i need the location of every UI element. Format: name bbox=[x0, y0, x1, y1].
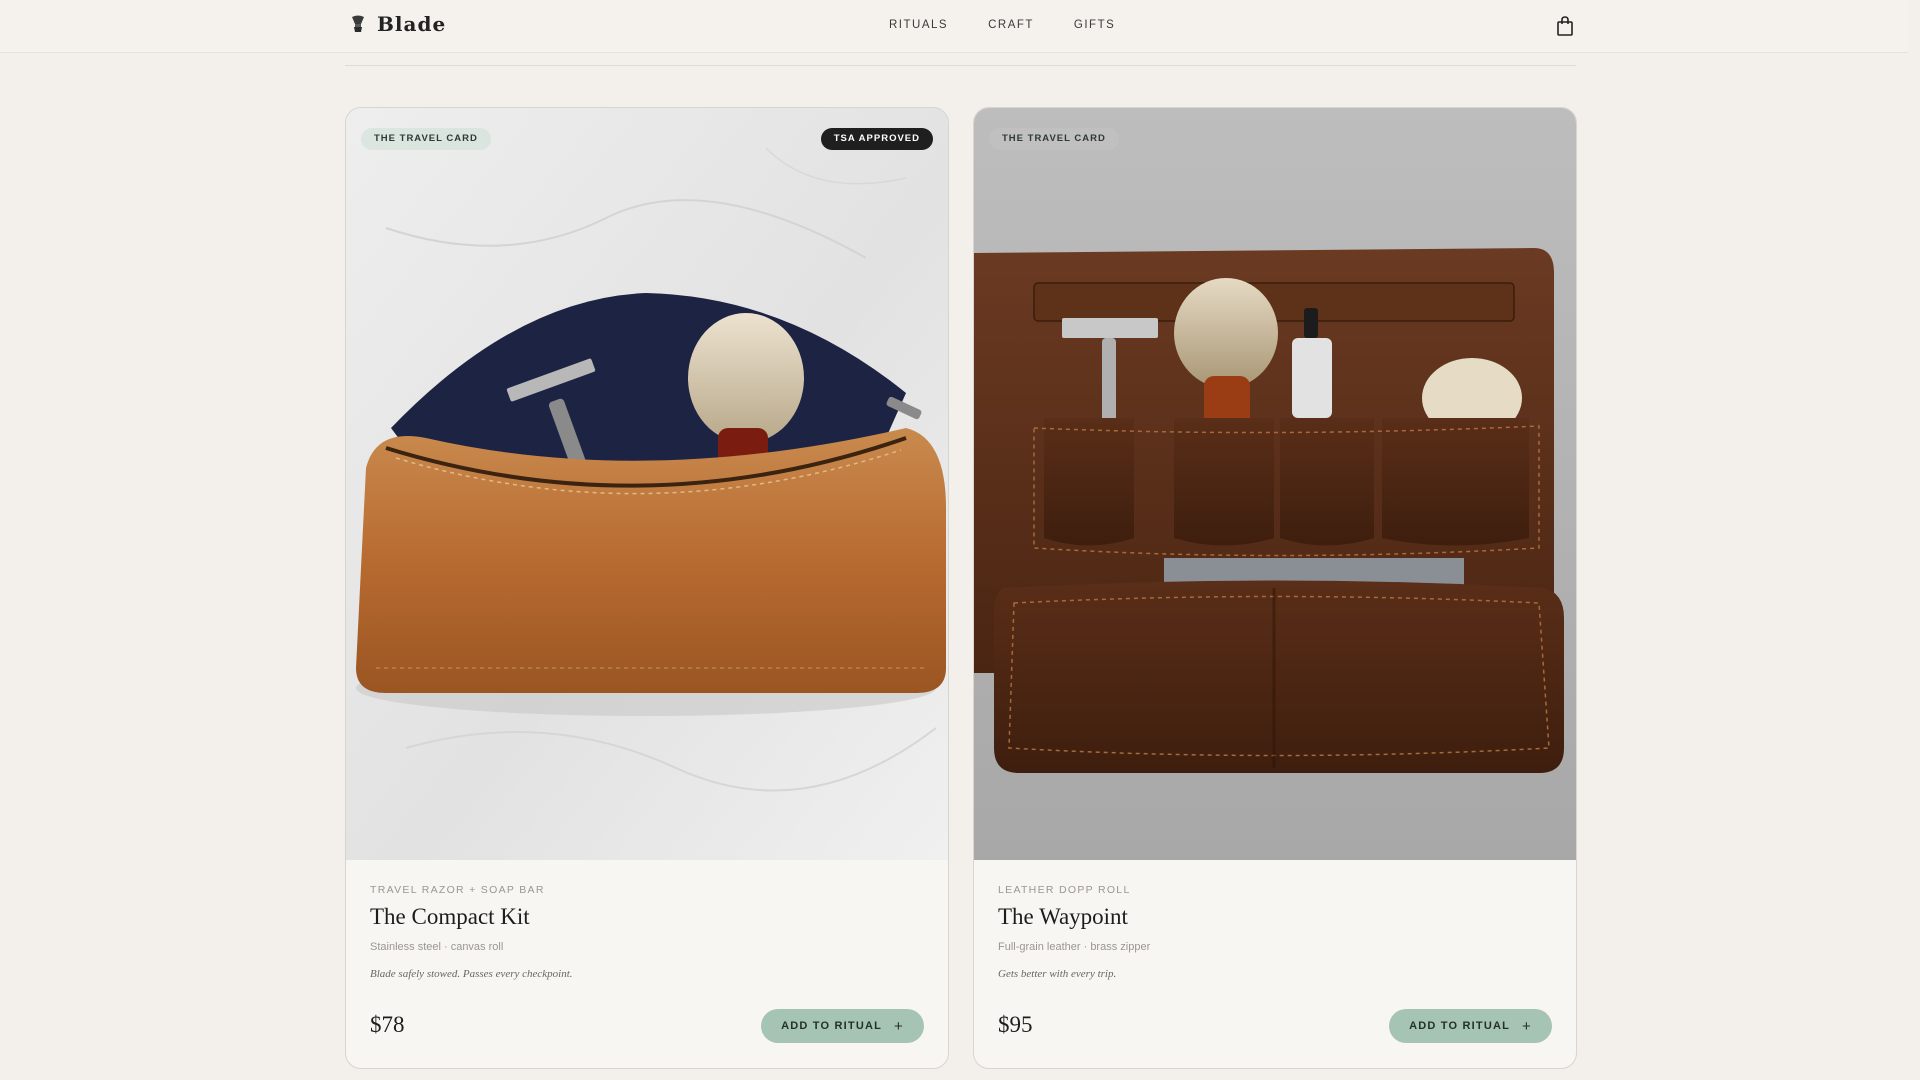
product-card-compact-kit[interactable]: THE TRAVEL CARD TSA APPROVED TRAVEL RAZO… bbox=[345, 107, 949, 1069]
product-tagline: Gets better with every trip. bbox=[998, 968, 1117, 980]
product-tag: THE TRAVEL CARD bbox=[361, 128, 491, 150]
plus-icon: + bbox=[1522, 1017, 1532, 1035]
product-tag: THE TRAVEL CARD bbox=[989, 128, 1119, 150]
header-divider bbox=[345, 65, 1576, 66]
nav-gifts[interactable]: GIFTS bbox=[1074, 19, 1115, 31]
plus-icon: + bbox=[894, 1017, 904, 1035]
product-title[interactable]: The Compact Kit bbox=[370, 904, 924, 930]
product-info: LEATHER DOPP ROLL The Waypoint Full-grai… bbox=[998, 884, 1552, 980]
product-tagline: Blade safely stowed. Passes every checkp… bbox=[370, 968, 573, 980]
add-to-ritual-label: ADD TO RITUAL bbox=[1409, 1020, 1511, 1032]
product-title[interactable]: The Waypoint bbox=[998, 904, 1552, 930]
nav-rituals[interactable]: RITUALS bbox=[889, 19, 948, 31]
product-image-compact-kit[interactable]: THE TRAVEL CARD TSA APPROVED bbox=[346, 108, 948, 860]
site-header: Blade RITUALS CRAFT GIFTS bbox=[0, 0, 1920, 53]
add-to-ritual-label: ADD TO RITUAL bbox=[781, 1020, 883, 1032]
page-scrollbar[interactable] bbox=[1908, 0, 1920, 1080]
product-category: LEATHER DOPP ROLL bbox=[998, 884, 1131, 896]
product-price: $95 bbox=[998, 1012, 1033, 1037]
main-nav: RITUALS CRAFT GIFTS bbox=[889, 19, 1115, 31]
product-materials: Full-grain leather · brass zipper bbox=[998, 941, 1151, 953]
shaving-brush-icon bbox=[352, 15, 364, 32]
product-info: TRAVEL RAZOR + SOAP BAR The Compact Kit … bbox=[370, 884, 924, 980]
add-to-ritual-button[interactable]: ADD TO RITUAL + bbox=[1389, 1009, 1552, 1043]
product-category: TRAVEL RAZOR + SOAP BAR bbox=[370, 884, 545, 896]
shopping-bag-icon[interactable] bbox=[1555, 15, 1575, 37]
add-to-ritual-button[interactable]: ADD TO RITUAL + bbox=[761, 1009, 924, 1043]
nav-craft[interactable]: CRAFT bbox=[988, 19, 1034, 31]
product-price: $78 bbox=[370, 1012, 405, 1037]
product-materials: Stainless steel · canvas roll bbox=[370, 941, 504, 953]
product-card-waypoint[interactable]: THE TRAVEL CARD LEATHER DOPP ROLL The Wa… bbox=[973, 107, 1577, 1069]
product-image-waypoint[interactable]: THE TRAVEL CARD bbox=[974, 108, 1576, 860]
tsa-badge: TSA APPROVED bbox=[820, 128, 933, 150]
brand-logo[interactable]: Blade bbox=[349, 12, 446, 36]
brand-name: Blade bbox=[377, 12, 447, 36]
